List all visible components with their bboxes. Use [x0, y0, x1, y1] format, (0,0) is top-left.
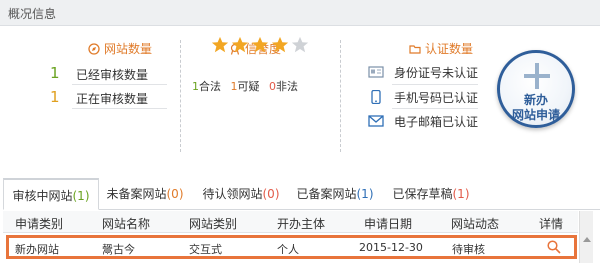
column-header: 详情: [539, 217, 564, 231]
scroll-up-arrow-icon[interactable]: [583, 237, 591, 242]
row-divider: [72, 108, 167, 109]
email-icon: [368, 115, 384, 127]
cell-category: 交互式: [189, 243, 222, 256]
cell-date: 2015-12-30: [359, 241, 423, 254]
site-tabs: 审核中网站(1) 未备案网站(0) 待认领网站(0) 已备案网站(1) 已保存草…: [3, 178, 600, 210]
phone-auth-label: 手机号码已认证: [394, 91, 479, 105]
mobile-phone-icon: [371, 90, 381, 104]
tab-count: (1): [356, 187, 374, 201]
apply-button-line2: 网站申请: [511, 108, 560, 122]
pending-count: 1: [50, 88, 60, 106]
table-row[interactable]: 新办网站 鬶古今 交互式 个人 2015-12-30 待审核: [6, 235, 577, 259]
compass-icon: [88, 43, 100, 55]
star-filled-icon: [231, 36, 249, 53]
search-icon[interactable]: [547, 240, 561, 254]
section-divider: [180, 40, 181, 152]
section-divider: [340, 40, 341, 152]
new-site-apply-button[interactable]: 新办 网站申请: [497, 50, 575, 128]
cell-type: 新办网站: [15, 243, 59, 256]
email-auth-label: 电子邮箱已认证: [394, 115, 479, 129]
suspicious-count: 1: [230, 80, 238, 93]
tab-unfiled[interactable]: 未备案网站(0): [99, 178, 191, 210]
tab-count: (1): [452, 187, 470, 201]
illegal-count: 0: [269, 80, 276, 93]
star-filled-icon: [271, 36, 289, 53]
column-header: 开办主体: [277, 217, 326, 231]
id-card-icon: [368, 66, 384, 78]
table-header: 申请类别 网站名称 网站类别 开办主体 申请日期 网站动态 详情: [3, 211, 578, 233]
suspicious-label: 可疑: [237, 80, 260, 93]
row-divider: [72, 84, 167, 85]
tab-count: (0): [262, 187, 280, 201]
cell-owner: 个人: [277, 243, 299, 256]
tab-drafts[interactable]: 已保存草稿(1): [383, 178, 479, 210]
column-header: 网站类别: [189, 217, 238, 231]
star-filled-icon: [251, 36, 269, 53]
cell-status: 待审核: [452, 243, 485, 256]
column-header: 网站动态: [451, 217, 500, 231]
approved-count: 1: [50, 64, 60, 82]
overview-title: 概况信息: [8, 7, 57, 21]
tab-filed[interactable]: 已备案网站(1): [289, 178, 381, 210]
illegal-label: 非法: [276, 80, 298, 93]
column-header: 网站名称: [102, 217, 151, 231]
plus-icon: [524, 63, 550, 89]
legal-label: 合法: [199, 80, 221, 93]
pending-count-label: 正在审核数量: [76, 92, 149, 106]
tab-unclaimed[interactable]: 待认领网站(0): [193, 178, 289, 210]
reputation-legend: 1合法 1可疑 0非法: [192, 78, 304, 94]
approved-count-label: 已经审核数量: [76, 68, 149, 82]
overview-header: 概况信息: [0, 0, 600, 26]
star-filled-icon: [211, 36, 229, 53]
column-header: 申请日期: [364, 217, 413, 231]
id-auth-label: 身份证号未认证: [394, 66, 479, 80]
row-divider: [392, 108, 478, 109]
site-count-title: 网站数量: [88, 40, 152, 57]
auth-count-title: 认证数量: [409, 40, 473, 57]
star-empty-icon: [291, 36, 309, 53]
table-scrollbar[interactable]: [579, 211, 593, 263]
row-divider: [392, 84, 478, 85]
legal-count: 1: [192, 80, 199, 93]
cell-site-name: 鬶古今: [102, 243, 135, 256]
column-header: 申请类别: [15, 217, 64, 231]
tab-count: (0): [166, 187, 184, 201]
tab-reviewing[interactable]: 审核中网站(1): [3, 178, 99, 210]
folder-icon: [409, 45, 421, 54]
tab-count: (1): [72, 189, 90, 203]
